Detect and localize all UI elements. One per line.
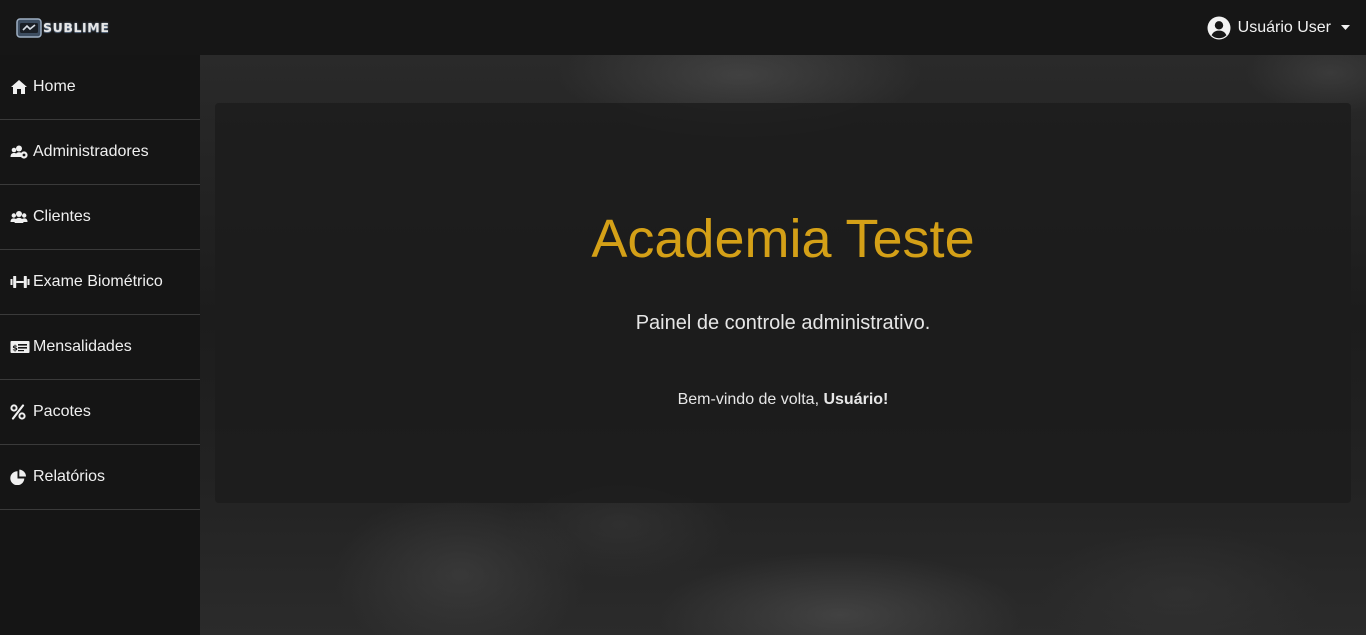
sidebar-item-administradores[interactable]: Administradores — [0, 120, 200, 185]
svg-text:$: $ — [12, 343, 18, 352]
sidebar-item-relatorios[interactable]: Relatórios — [0, 445, 200, 510]
logo-icon — [16, 17, 42, 38]
percent-icon — [10, 404, 28, 420]
users-icon — [10, 209, 28, 225]
sidebar-item-label: Administradores — [33, 143, 149, 160]
user-circle-icon — [1207, 16, 1231, 39]
sidebar-item-label: Exame Biométrico — [33, 273, 163, 290]
sidebar-item-pacotes[interactable]: Pacotes — [0, 380, 200, 445]
gym-name: Academia Teste — [591, 209, 975, 269]
welcome-panel: Academia Teste Painel de controle admini… — [215, 103, 1351, 503]
sidebar-item-label: Pacotes — [33, 403, 91, 420]
welcome-prefix: Bem-vindo de volta, — [677, 391, 824, 408]
user-name: Usuário User — [1237, 18, 1331, 36]
top-navbar: SUBLIME Usuário User — [0, 0, 1366, 55]
user-menu-dropdown[interactable]: Usuário User — [1207, 16, 1350, 40]
home-icon — [10, 79, 28, 95]
welcome-suffix: ! — [883, 391, 889, 408]
welcome-user-name: Usuário — [823, 391, 884, 408]
panel-subtitle: Painel de controle administrativo. — [635, 312, 931, 334]
sidebar-item-label: Home — [33, 78, 76, 95]
sidebar-item-home[interactable]: Home — [0, 55, 200, 120]
users-cog-icon — [10, 144, 28, 160]
main-content: Academia Teste Painel de controle admini… — [200, 55, 1366, 635]
brand-name: SUBLIME — [43, 20, 110, 35]
money-check-icon: $ — [10, 339, 30, 355]
sidebar-item-mensalidades[interactable]: $ Mensalidades — [0, 315, 200, 380]
caret-down-icon — [1341, 24, 1350, 30]
brand-logo[interactable]: SUBLIME — [16, 16, 109, 40]
dumbbell-icon — [10, 274, 30, 290]
sidebar-item-clientes[interactable]: Clientes — [0, 185, 200, 250]
pie-chart-icon — [10, 469, 28, 485]
sidebar-item-label: Mensalidades — [33, 338, 132, 355]
welcome-message: Bem-vindo de volta, Usuário! — [215, 391, 1351, 409]
sidebar-item-label: Relatórios — [33, 468, 106, 485]
sidebar: Home Administradores Clientes Exame Biom… — [0, 55, 200, 635]
sidebar-item-exame-biometrico[interactable]: Exame Biométrico — [0, 250, 200, 315]
sidebar-item-label: Clientes — [33, 208, 91, 225]
